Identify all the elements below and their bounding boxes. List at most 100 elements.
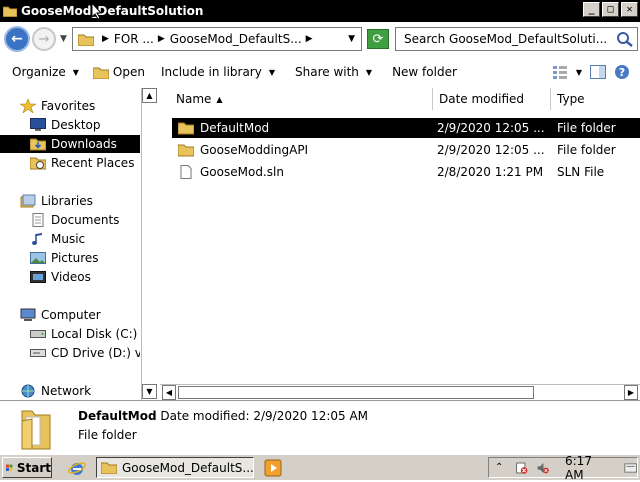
column-header-date-modified[interactable]: Date modified — [433, 88, 551, 110]
chevron-down-icon: ▼ — [72, 67, 79, 77]
chevron-right-icon[interactable]: ▶ — [158, 34, 165, 44]
recent-places-icon — [30, 157, 46, 170]
scroll-right-icon[interactable]: ▶ — [624, 385, 638, 400]
scrollbar-thumb[interactable] — [178, 386, 534, 399]
details-pane: DefaultMod Date modified: 2/9/2020 12:05… — [0, 400, 640, 454]
nav-cd-drive-label: CD Drive (D:) vi — [51, 346, 140, 360]
nav-favorites[interactable]: Favorites — [0, 97, 140, 115]
nav-local-disk-label: Local Disk (C:) — [51, 327, 138, 341]
include-in-library-label: Include in library — [160, 65, 262, 79]
nav-recent-places[interactable]: Recent Places — [0, 154, 140, 172]
search-icon[interactable] — [616, 31, 634, 47]
scroll-left-icon[interactable]: ◀ — [162, 385, 176, 400]
nav-libraries-label: Libraries — [41, 194, 93, 208]
forward-button[interactable]: → — [32, 27, 56, 51]
nav-local-disk[interactable]: Local Disk (C:) — [0, 325, 140, 343]
details-date-label: Date modified: — [160, 409, 250, 423]
nav-documents[interactable]: Documents — [0, 211, 140, 229]
file-date: 2/8/2020 1:21 PM — [437, 165, 544, 179]
show-hidden-icons-icon[interactable]: ⌃ — [495, 462, 507, 473]
chevron-right-icon[interactable]: ▶ — [102, 34, 109, 44]
nav-pictures[interactable]: Pictures — [0, 249, 140, 267]
organize-label: Organize — [12, 65, 66, 79]
nav-computer-label: Computer — [41, 308, 101, 322]
file-row[interactable]: DefaultMod 2/9/2020 12:05 ... File folde… — [172, 118, 640, 138]
column-header-type[interactable]: Type — [551, 88, 640, 110]
chevron-right-icon[interactable]: ▶ — [306, 34, 313, 44]
breadcrumb-current[interactable]: GooseMod_DefaultS... — [170, 32, 302, 46]
chevron-down-icon: ▼ — [365, 67, 373, 77]
column-type-label: Type — [557, 92, 585, 106]
libraries-icon — [20, 194, 36, 208]
search-input[interactable]: Search GooseMod_DefaultSoluti... — [395, 27, 638, 51]
internet-explorer-icon[interactable] — [68, 459, 86, 477]
clock[interactable]: 6:17 AM — [565, 454, 606, 482]
nav-cd-drive[interactable]: CD Drive (D:) vi — [0, 344, 140, 362]
scroll-down-icon[interactable]: ▼ — [142, 384, 157, 399]
cd-drive-icon — [30, 349, 46, 357]
file-row[interactable]: GooseModdingAPI 2/9/2020 12:05 ... File … — [172, 140, 640, 160]
command-bar: Organize ▼ Open Include in library ▼ Sha… — [0, 58, 640, 86]
preview-pane-icon[interactable] — [590, 65, 606, 79]
hard-disk-icon — [30, 330, 46, 338]
horizontal-scrollbar[interactable]: ◀ ▶ — [160, 384, 640, 400]
share-with-button[interactable]: Share with ▼ — [295, 65, 372, 79]
folder-icon — [178, 122, 194, 135]
folder-icon — [178, 144, 194, 157]
refresh-button[interactable]: ⟳ — [367, 29, 389, 49]
file-name-cell: GooseMod.sln — [178, 162, 284, 182]
nav-music-label: Music — [51, 232, 86, 246]
close-button[interactable]: ✕ — [621, 2, 638, 17]
help-icon[interactable]: ? — [614, 64, 630, 80]
navigation-scrollbar[interactable]: ▲ ▼ — [141, 88, 157, 400]
nav-videos-label: Videos — [51, 270, 91, 284]
open-button[interactable]: Open — [92, 65, 145, 79]
file-name: GooseMod.sln — [200, 165, 284, 179]
back-button[interactable]: ← — [4, 26, 30, 52]
new-folder-button[interactable]: New folder — [392, 65, 457, 79]
nav-network-label: Network — [41, 384, 92, 398]
nav-desktop[interactable]: Desktop — [0, 116, 140, 134]
nav-libraries[interactable]: Libraries — [0, 192, 140, 210]
file-type: SLN File — [557, 165, 605, 179]
music-icon — [32, 233, 42, 245]
nav-videos[interactable]: Videos — [0, 268, 140, 286]
maximize-button[interactable]: □ — [602, 2, 619, 17]
minimize-button[interactable]: _ — [583, 2, 600, 17]
window-title: GooseMod_DefaultSolution — [21, 4, 204, 18]
details-date-value: 2/9/2020 12:05 AM — [253, 409, 369, 423]
address-bar[interactable]: ▶ FOR ... ▶ GooseMod_DefaultS... ▶ ▼ — [72, 27, 362, 51]
file-row[interactable]: GooseMod.sln 2/8/2020 1:21 PM SLN File — [172, 162, 640, 182]
view-options-icon[interactable] — [552, 65, 568, 79]
recent-pages-dropdown-icon[interactable]: ▼ — [60, 34, 67, 44]
media-player-icon[interactable] — [264, 459, 282, 477]
start-button[interactable]: Start — [2, 457, 52, 478]
scroll-up-icon[interactable]: ▲ — [142, 88, 157, 103]
sort-ascending-icon: ▲ — [216, 94, 223, 104]
network-icon — [21, 384, 35, 398]
nav-music[interactable]: Music — [0, 230, 140, 248]
nav-pictures-label: Pictures — [51, 251, 99, 265]
breadcrumb-parent[interactable]: FOR ... — [114, 32, 154, 46]
new-folder-label: New folder — [392, 65, 457, 79]
action-center-icon[interactable] — [515, 460, 528, 476]
taskbar-window-button[interactable]: GooseMod_DefaultS... — [96, 457, 254, 478]
nav-downloads[interactable]: Downloads — [0, 135, 140, 153]
folder-icon — [101, 462, 117, 474]
pictures-icon — [30, 252, 46, 264]
downloads-folder-icon — [30, 138, 46, 151]
column-header-name[interactable]: Name ▲ — [170, 88, 433, 110]
taskbar-window-title: GooseMod_DefaultS... — [122, 460, 254, 475]
chevron-down-icon[interactable]: ▼ — [576, 68, 582, 77]
volume-muted-icon[interactable] — [536, 460, 549, 476]
address-dropdown-icon[interactable]: ▼ — [348, 34, 355, 44]
chevron-down-icon: ▼ — [268, 67, 275, 77]
include-in-library-button[interactable]: Include in library ▼ — [161, 65, 275, 79]
organize-button[interactable]: Organize ▼ — [12, 65, 79, 79]
nav-favorites-label: Favorites — [41, 99, 96, 113]
show-desktop-icon[interactable] — [624, 460, 637, 476]
nav-network[interactable]: Network — [0, 382, 140, 400]
search-placeholder: Search GooseMod_DefaultSoluti... — [404, 32, 608, 46]
nav-computer[interactable]: Computer — [0, 306, 140, 324]
file-type: File folder — [557, 143, 616, 157]
